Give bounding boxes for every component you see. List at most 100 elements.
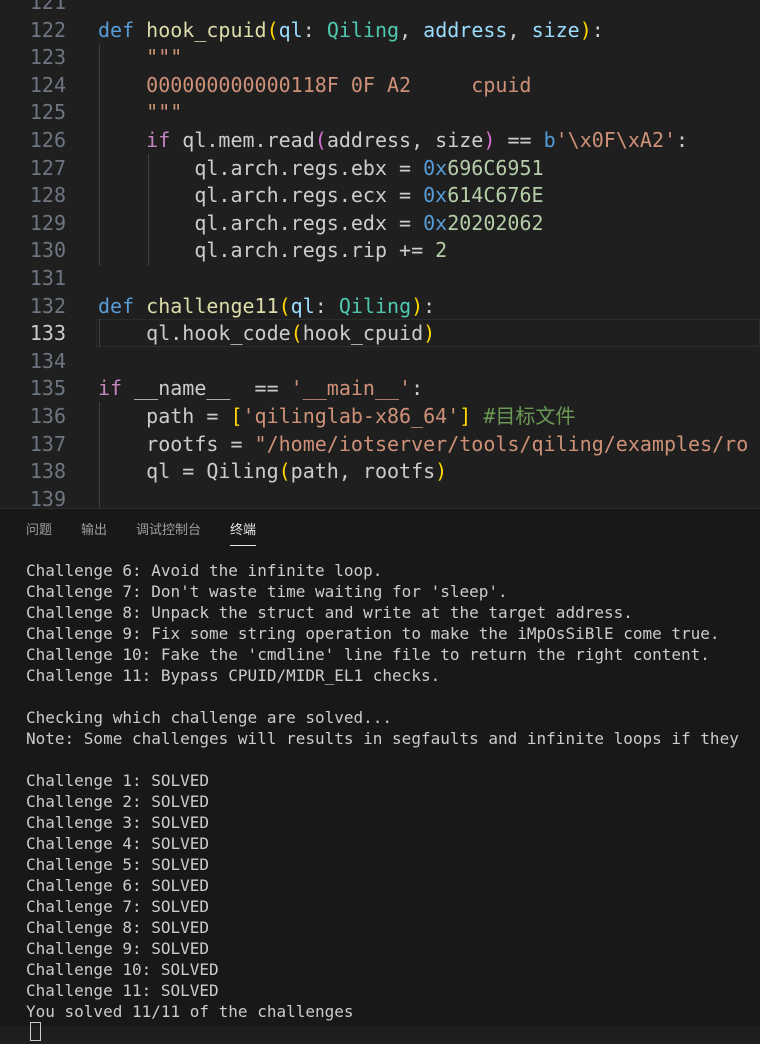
- code-token: def: [98, 293, 135, 318]
- code-token: rootfs =: [98, 431, 255, 456]
- code-line[interactable]: 130 ql.arch.regs.rip += 2: [0, 237, 760, 265]
- code-token: hook_cpuid: [146, 17, 267, 42]
- tab-debug-console[interactable]: 调试控制台: [136, 519, 201, 538]
- line-code: ql.hook_code(hook_cpuid): [98, 320, 435, 348]
- code-editor[interactable]: 121 122 def hook_cpuid(ql: Qiling, address…: [0, 0, 760, 508]
- code-token: '\x0F\xA2': [555, 128, 677, 152]
- line-code: ql.arch.regs.edx = 0x20202062: [98, 210, 543, 238]
- code-line[interactable]: 131: [0, 265, 760, 293]
- terminal-line: Challenge 10: SOLVED: [26, 960, 219, 979]
- code-token: ==: [495, 128, 544, 152]
- line-number: 134: [29, 348, 66, 373]
- code-token: :: [423, 293, 436, 318]
- line-code: 000000000000118F 0F A2 cpuid: [98, 72, 531, 100]
- code-token: ql = Qiling: [98, 459, 279, 484]
- code-token: ql: [290, 293, 315, 318]
- terminal-line: Challenge 6: SOLVED: [26, 876, 210, 895]
- code-token: """: [98, 45, 183, 70]
- code-token: """: [98, 100, 183, 125]
- code-token: if: [146, 128, 171, 152]
- indent-guide: [99, 402, 100, 508]
- line-code: """: [98, 44, 182, 72]
- line-code: path = ['qilinglab-x86_64'] #目标文件: [98, 403, 575, 431]
- code-line[interactable]: 133 ql.hook_code(hook_cpuid): [0, 319, 760, 348]
- line-number: 135: [29, 376, 66, 401]
- terminal-line: Challenge 8: Unpack the struct and write…: [26, 603, 633, 622]
- code-token: ql.mem.read: [170, 128, 315, 152]
- line-number: 124: [29, 72, 66, 97]
- code-line[interactable]: 134: [0, 348, 760, 376]
- code-token: [: [230, 404, 243, 428]
- code-line[interactable]: 136 path = ['qilinglab-x86_64'] #目标文件: [0, 403, 760, 431]
- code-token: address: [423, 17, 508, 42]
- code-token: #目标文件: [483, 404, 576, 428]
- code-token: 000000000000118F 0F A2 cpuid: [98, 72, 532, 97]
- code-token: ): [423, 321, 436, 346]
- terminal-line: Challenge 7: Don't waste time waiting fo…: [26, 582, 508, 601]
- terminal-line: Challenge 11: Bypass CPUID/MIDR_EL1 chec…: [26, 666, 441, 685]
- terminal-line: Note: Some challenges will results in se…: [26, 729, 739, 748]
- code-line[interactable]: 128 ql.arch.regs.ecx = 0x614C676E: [0, 182, 760, 210]
- code-token: :: [591, 17, 604, 42]
- code-line[interactable]: 138 ql = Qiling(path, rootfs): [0, 458, 760, 486]
- code-token: def: [98, 17, 135, 42]
- code-token: ,: [507, 17, 532, 42]
- code-token: hook_cpuid: [302, 321, 424, 346]
- line-number: 123: [29, 45, 66, 70]
- line-code: if ql.mem.read(address, size) == b'\x0F\…: [98, 127, 688, 155]
- line-code: ql.arch.regs.rip += 2: [98, 237, 447, 265]
- code-token: ql.arch.regs.ebx =: [98, 155, 424, 180]
- code-token: ]: [459, 404, 472, 428]
- code-token: '__main__': [290, 376, 412, 401]
- code-token: (: [278, 459, 291, 484]
- code-token: (: [314, 128, 327, 152]
- code-line[interactable]: 124 000000000000118F 0F A2 cpuid: [0, 72, 760, 100]
- code-token: path =: [98, 404, 231, 428]
- code-line[interactable]: 127 ql.arch.regs.ebx = 0x696C6951: [0, 155, 760, 183]
- code-line[interactable]: 139: [0, 486, 760, 508]
- terminal-line: Challenge 8: SOLVED: [26, 918, 210, 937]
- line-code: ql.arch.regs.ebx = 0x696C6951: [98, 155, 543, 183]
- code-line[interactable]: 121: [0, 0, 760, 17]
- code-token: if: [98, 376, 123, 401]
- terminal-line: Challenge 11: SOLVED: [26, 981, 219, 1000]
- code-line[interactable]: 129 ql.arch.regs.edx = 0x20202062: [0, 210, 760, 238]
- terminal-line: Challenge 7: SOLVED: [26, 897, 210, 916]
- line-code: ql = Qiling(path, rootfs): [98, 458, 447, 486]
- code-token: 0x: [423, 210, 448, 235]
- code-token: ql.arch.regs.ecx =: [98, 183, 424, 208]
- terminal-line: Checking which challenge are solved...: [26, 708, 393, 727]
- tab-output[interactable]: 输出: [81, 519, 107, 538]
- code-line[interactable]: 132 def challenge11(ql: Qiling):: [0, 293, 760, 321]
- line-code: def hook_cpuid(ql: Qiling, address, size…: [98, 17, 604, 45]
- line-number: 132: [29, 293, 66, 318]
- line-number: 139: [29, 486, 66, 508]
- code-token: ql: [278, 17, 303, 42]
- code-token: address, size: [326, 128, 484, 152]
- code-token: (: [290, 321, 303, 346]
- terminal-line: Challenge 5: SOLVED: [26, 855, 210, 874]
- tab-terminal[interactable]: 终端: [230, 519, 257, 546]
- code-line[interactable]: 123 """: [0, 44, 760, 72]
- terminal-prompt[interactable]: [26, 1022, 760, 1043]
- code-line[interactable]: 125 """: [0, 99, 760, 127]
- line-code: if __name__ == '__main__':: [98, 375, 423, 403]
- code-token: 0x: [423, 183, 448, 208]
- terminal-output[interactable]: Challenge 6: Avoid the infinite loop. Cha…: [26, 560, 760, 1043]
- code-line[interactable]: 122 def hook_cpuid(ql: Qiling, address, s…: [0, 17, 760, 45]
- tab-problems[interactable]: 问题: [26, 519, 52, 538]
- line-number: 122: [29, 17, 66, 42]
- code-token: :: [302, 17, 327, 42]
- code-line[interactable]: 137 rootfs = "/home/iotserver/tools/qili…: [0, 431, 760, 459]
- code-token: Qiling: [326, 17, 400, 42]
- code-line[interactable]: 126 if ql.mem.read(address, size) == b'\…: [0, 127, 760, 155]
- code-token: ): [411, 293, 424, 318]
- code-line[interactable]: 135 if __name__ == '__main__':: [0, 375, 760, 403]
- terminal-line: You solved 11/11 of the challenges: [26, 1002, 354, 1021]
- line-number: 138: [29, 459, 66, 484]
- code-token: 2: [435, 238, 448, 263]
